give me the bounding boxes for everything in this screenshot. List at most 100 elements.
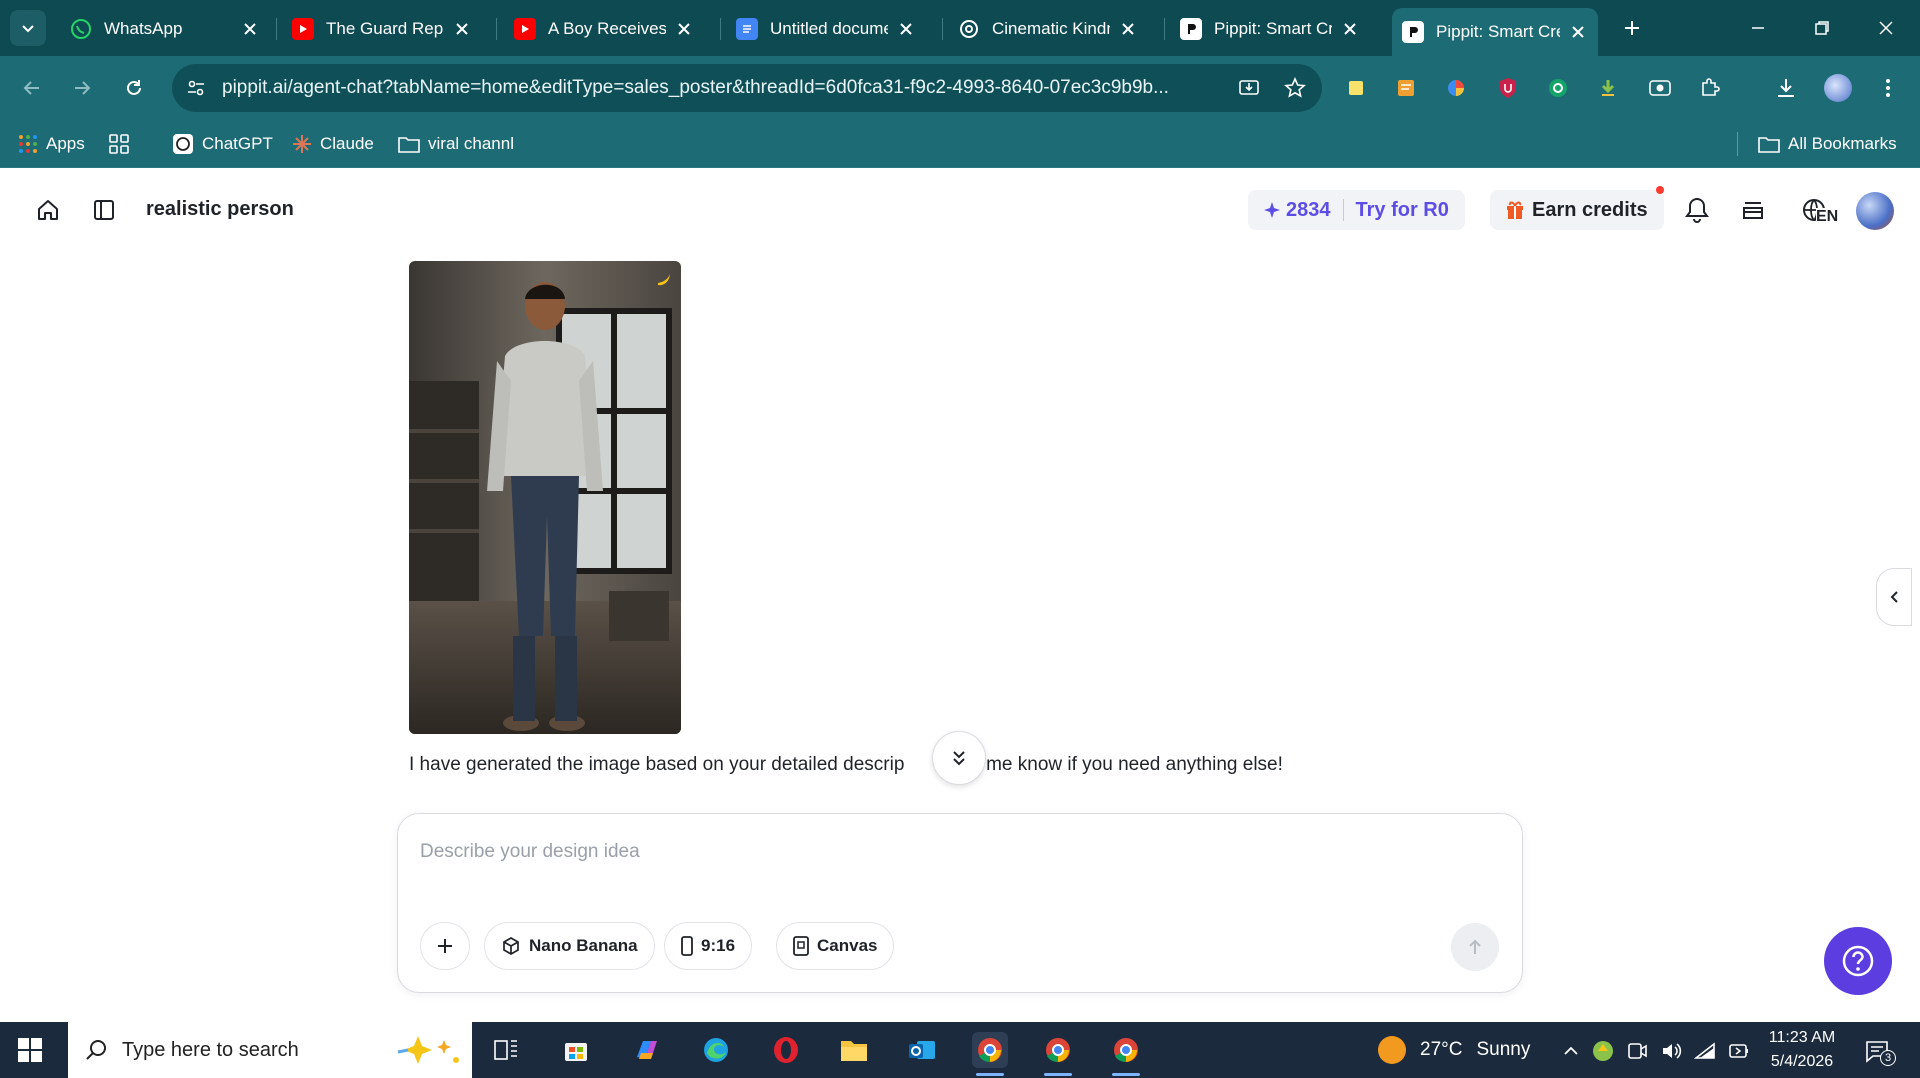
browser-tab-bar: WhatsApp The Guard Repla A Boy Receives … — [0, 0, 1920, 56]
scroll-to-bottom-button[interactable] — [932, 731, 986, 785]
earn-credits-button[interactable]: Earn credits — [1490, 190, 1664, 230]
more-menu-icon[interactable] — [1876, 76, 1900, 100]
forward-button[interactable] — [66, 72, 98, 104]
restore-button[interactable] — [1802, 12, 1842, 44]
aspect-ratio-button[interactable]: 9:16 — [664, 922, 753, 970]
bookmark-tab-groups[interactable] — [108, 120, 138, 168]
chrome-button-1[interactable] — [972, 1032, 1008, 1076]
plus-icon — [438, 939, 452, 953]
microsoft-store-button[interactable] — [558, 1032, 594, 1068]
canvas-label: Canvas — [817, 936, 878, 955]
extension-slides-icon[interactable] — [1394, 76, 1418, 100]
back-button[interactable] — [16, 72, 48, 104]
bookmark-apps[interactable]: Apps — [18, 120, 85, 168]
omnibox[interactable]: pippit.ai/agent-chat?tabName=home&editTy… — [172, 64, 1322, 112]
volume-icon[interactable] — [1660, 1040, 1682, 1062]
youtube-icon — [514, 18, 536, 40]
close-window-button[interactable] — [1866, 12, 1906, 44]
chrome-button-2[interactable] — [1040, 1032, 1076, 1076]
notification-center-button[interactable]: 3 — [1862, 1036, 1896, 1066]
tab-pippit-active[interactable]: Pippit: Smart Cre — [1392, 8, 1598, 56]
generated-image[interactable] — [409, 261, 681, 734]
tray-meet-icon[interactable] — [1626, 1040, 1648, 1062]
right-panel-toggle[interactable] — [1876, 568, 1912, 626]
extension-color-icon[interactable] — [1444, 76, 1468, 100]
minimize-button[interactable] — [1738, 12, 1778, 44]
extension-download-icon[interactable] — [1596, 76, 1620, 100]
taskbar-search-box[interactable]: Type here to search — [68, 1022, 472, 1078]
close-icon[interactable] — [240, 19, 260, 39]
tab-cinematic-kindness[interactable]: Cinematic Kindn — [948, 10, 1148, 48]
tab-the-guard[interactable]: The Guard Repla — [282, 10, 482, 48]
edge-button[interactable] — [698, 1032, 734, 1068]
extension-notes-icon[interactable] — [1344, 76, 1368, 100]
user-avatar[interactable] — [1856, 192, 1894, 230]
close-icon[interactable] — [452, 19, 472, 39]
extension-screen-icon[interactable] — [1648, 76, 1672, 100]
downloads-icon[interactable] — [1774, 76, 1798, 100]
reload-button[interactable] — [118, 72, 150, 104]
credits-badge[interactable]: 2834 Try for R0 — [1248, 190, 1465, 230]
tray-app-icon[interactable] — [1592, 1040, 1614, 1062]
file-explorer-button[interactable] — [836, 1032, 872, 1068]
outlook-button[interactable] — [904, 1032, 940, 1068]
copilot-button[interactable] — [628, 1032, 664, 1068]
sidebar-toggle-button[interactable] — [88, 194, 120, 226]
canvas-button[interactable]: Canvas — [776, 922, 895, 970]
windows-taskbar: Type here to search 27°C Sunny 11:23 AM … — [0, 1022, 1920, 1078]
notifications-button[interactable] — [1681, 194, 1713, 226]
model-selector-button[interactable]: Nano Banana — [484, 922, 655, 970]
tab-search-button[interactable] — [10, 10, 46, 46]
language-button[interactable]: EN — [1792, 194, 1839, 226]
battery-icon[interactable] — [1728, 1040, 1750, 1062]
taskbar-clock[interactable]: 11:23 AM 5/4/2026 — [1762, 1026, 1842, 1074]
install-app-icon[interactable] — [1238, 77, 1260, 99]
credits-count: 2834 — [1286, 198, 1331, 221]
start-button[interactable] — [18, 1038, 42, 1062]
tab-title: Untitled docume — [770, 19, 888, 38]
wifi-icon[interactable] — [1694, 1040, 1716, 1062]
pippit-page: realistic person 2834 Try for R0 Earn cr… — [0, 168, 1920, 1022]
extension-grammarly-icon[interactable] — [1546, 76, 1570, 100]
opera-icon — [774, 1037, 798, 1063]
chrome-icon — [978, 1038, 1002, 1063]
opera-button[interactable] — [768, 1032, 804, 1068]
close-icon[interactable] — [1118, 19, 1138, 39]
try-for-button[interactable]: Try for R0 — [1356, 199, 1449, 222]
bookmark-viral-channl[interactable]: viral channl — [398, 120, 514, 168]
help-button[interactable] — [1824, 927, 1892, 995]
send-button[interactable] — [1451, 923, 1499, 971]
tab-a-boy-receives[interactable]: A Boy Receives / — [504, 10, 704, 48]
tab-title: A Boy Receives / — [548, 19, 666, 38]
close-icon[interactable] — [896, 19, 916, 39]
site-settings-icon[interactable] — [186, 78, 206, 98]
tab-whatsapp[interactable]: WhatsApp — [60, 10, 270, 48]
close-icon[interactable] — [1340, 19, 1360, 39]
assistant-message: I have generated the image based on your… — [409, 754, 1283, 776]
tray-chevron-up-icon[interactable] — [1560, 1040, 1582, 1062]
bookmark-claude[interactable]: Claude — [292, 120, 374, 168]
close-icon[interactable] — [674, 19, 694, 39]
double-chevron-down-icon — [953, 751, 965, 766]
tab-title: WhatsApp — [104, 19, 183, 38]
weather-widget[interactable]: 27°C Sunny — [1378, 1022, 1530, 1078]
bookmark-chatgpt[interactable]: ChatGPT — [172, 120, 273, 168]
chrome-button-3[interactable] — [1108, 1032, 1144, 1076]
task-view-button[interactable] — [488, 1032, 524, 1068]
clock-time: 11:23 AM — [1768, 1029, 1836, 1046]
prompt-input[interactable] — [420, 832, 1480, 872]
bookmark-all-bookmarks[interactable]: All Bookmarks — [1758, 120, 1897, 168]
extensions-puzzle-icon[interactable] — [1698, 76, 1722, 100]
bookmark-label: Claude — [320, 134, 374, 153]
search-highlight-icon — [388, 1032, 466, 1068]
new-tab-button[interactable] — [1618, 14, 1646, 42]
profile-avatar[interactable] — [1824, 74, 1852, 102]
home-button[interactable] — [32, 194, 64, 226]
extension-ublock-icon[interactable] — [1496, 76, 1520, 100]
tab-untitled-document[interactable]: Untitled docume — [726, 10, 926, 48]
assets-button[interactable] — [1737, 194, 1769, 226]
tab-pippit-1[interactable]: Pippit: Smart Cre — [1170, 10, 1370, 48]
bookmark-star-icon[interactable] — [1284, 77, 1306, 99]
close-icon[interactable] — [1568, 22, 1588, 42]
add-attachment-button[interactable] — [420, 922, 470, 970]
